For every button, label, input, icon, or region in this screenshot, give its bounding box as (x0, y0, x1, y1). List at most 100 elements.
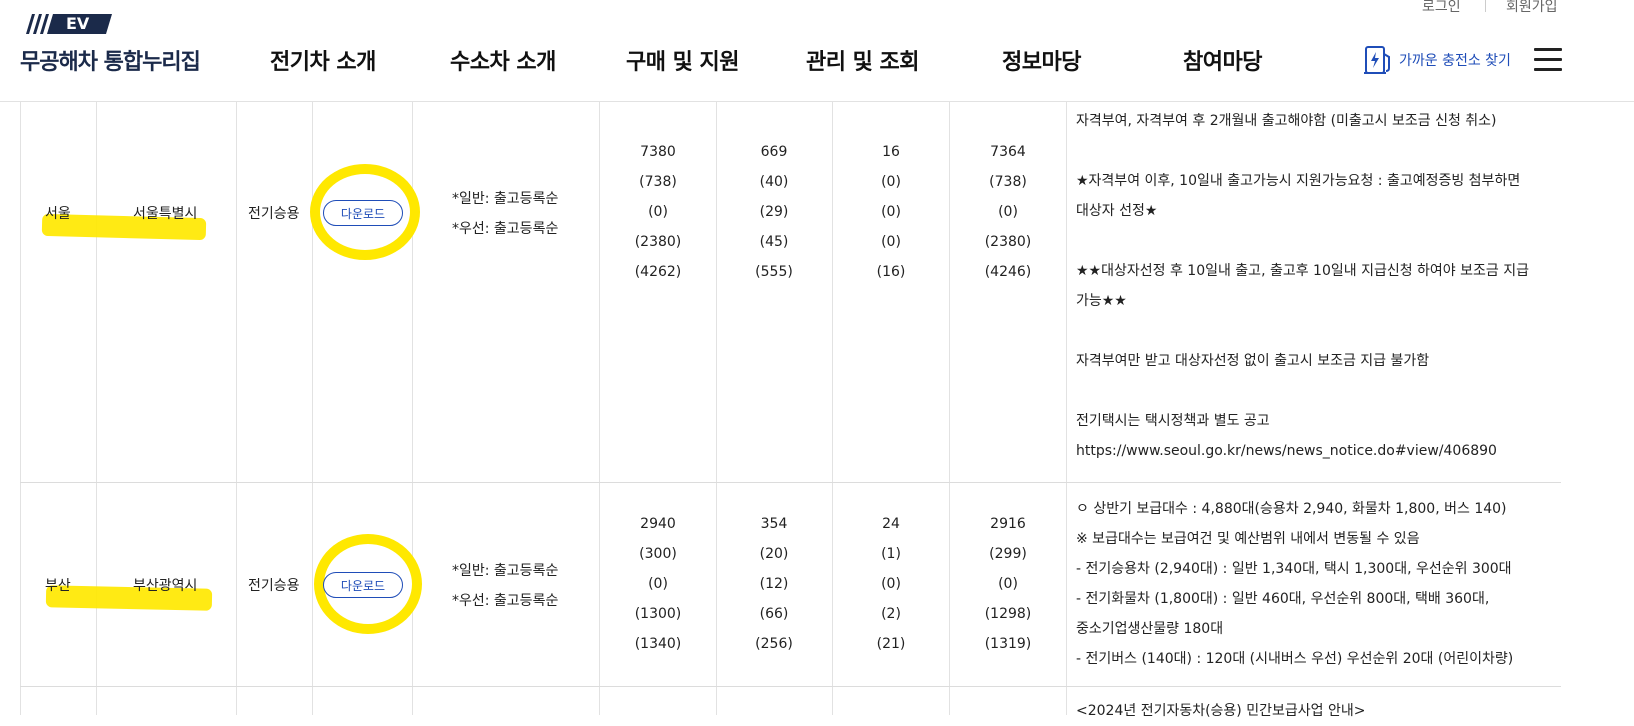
count-value: (0) (998, 204, 1018, 220)
count-value: (0) (881, 204, 901, 220)
count-value: (2380) (634, 234, 682, 250)
signup-link[interactable]: 회원가입 (1506, 0, 1558, 16)
note-line: 가능★★ (1076, 293, 1127, 309)
menu-hamburger-icon[interactable] (1534, 48, 1562, 71)
nav-participation[interactable]: 참여마당 (1183, 44, 1262, 76)
count-value: (0) (881, 576, 901, 592)
count-value: (1298) (984, 606, 1032, 622)
logo-badge[interactable]: EV (22, 12, 112, 40)
note-line: - 전기승용차 (2,940대) : 일반 1,340대, 택시 1,300대,… (1076, 561, 1512, 577)
col-divider (716, 101, 717, 715)
count-value: (12) (759, 576, 789, 592)
notes-cell: ㅇ 상반기 보급대수 : 4,880대(승용차 2,940, 화물차 1,800… (1076, 494, 1513, 674)
col-divider (312, 101, 313, 715)
count-column-3: 24 (1) (0) (2) (21) (836, 509, 946, 659)
site-title[interactable]: 무공해차 통합누리집 (20, 44, 201, 76)
vehicle-type-cell: 전기승용 (248, 578, 300, 594)
count-value: (555) (755, 264, 793, 280)
count-value: 7380 (640, 144, 676, 160)
note-line (1076, 226, 1529, 256)
util-divider (1485, 0, 1486, 12)
count-value: 24 (882, 516, 900, 532)
count-value: (0) (998, 576, 1018, 592)
note-line: - 전기버스 (140대) : 120대 (시내버스 우선) 우선순위 20대 … (1076, 651, 1514, 667)
note-line: 전기택시는 택시정책과 별도 공고 (1076, 413, 1270, 429)
note-line: ★자격부여 이후, 10일내 출고가능시 지원가능요청 : 출고예정증빙 첨부하… (1076, 173, 1521, 189)
count-value: (1300) (634, 606, 682, 622)
count-value: (1) (881, 546, 901, 562)
count-column-4: 7364 (738) (0) (2380) (4246) (953, 137, 1063, 287)
count-value: (2380) (984, 234, 1032, 250)
nav-ev-intro[interactable]: 전기차 소개 (270, 44, 376, 76)
col-divider (599, 101, 600, 715)
count-value: 354 (760, 516, 788, 532)
col-divider (832, 101, 833, 715)
count-value: (738) (639, 174, 677, 190)
note-line (1076, 376, 1529, 406)
count-value: (0) (648, 204, 668, 220)
count-value: 16 (882, 144, 900, 160)
col-divider (949, 101, 950, 715)
col-divider (20, 101, 21, 715)
count-value: (300) (639, 546, 677, 562)
count-value: (2) (881, 606, 901, 622)
count-value: (1340) (634, 636, 682, 652)
count-value: 7364 (990, 144, 1026, 160)
count-value: (4246) (984, 264, 1032, 280)
row-divider (20, 686, 1561, 687)
count-column-3: 16 (0) (0) (0) (16) (836, 137, 946, 287)
order-general: *일반: 출고등록순 (452, 191, 559, 207)
count-value: 669 (760, 144, 788, 160)
login-link[interactable]: 로그인 (1422, 0, 1461, 16)
note-line: 대상자 선정★ (1076, 203, 1158, 219)
logo-badge-text: EV (66, 14, 90, 33)
count-value: (299) (989, 546, 1027, 562)
count-value: 2916 (990, 516, 1026, 532)
next-row-note: <2024년 전기자동차(승용) 민간보급사업 안내> (1076, 703, 1366, 719)
nav-manage-lookup[interactable]: 관리 및 조회 (806, 44, 920, 76)
order-priority: *우선: 출고등록순 (452, 593, 559, 609)
site-header: EV 무공해차 통합누리집 로그인 회원가입 전기차 소개 수소차 소개 구매 … (0, 0, 1634, 102)
count-value: (0) (881, 174, 901, 190)
order-general: *일반: 출고등록순 (452, 563, 559, 579)
count-value: (4262) (634, 264, 682, 280)
row-divider (20, 482, 1561, 483)
count-column-1: 2940 (300) (0) (1300) (1340) (603, 509, 713, 659)
count-value: (256) (755, 636, 793, 652)
count-value: (21) (876, 636, 906, 652)
count-value: (66) (759, 606, 789, 622)
nav-hydrogen-intro[interactable]: 수소차 소개 (450, 44, 556, 76)
city-cell: 부산광역시 (133, 578, 198, 594)
count-value: (738) (989, 174, 1027, 190)
region-cell: 서울 (45, 206, 71, 222)
count-column-4: 2916 (299) (0) (1298) (1319) (953, 509, 1063, 659)
note-line: ★★대상자선정 후 10일내 출고, 출고후 10일내 지급신청 하여야 보조금… (1076, 263, 1529, 279)
city-cell: 서울특별시 (133, 206, 198, 222)
nav-info[interactable]: 정보마당 (1002, 44, 1081, 76)
count-value: (0) (648, 576, 668, 592)
note-line (1076, 316, 1529, 346)
charger-station-icon (1364, 46, 1390, 74)
download-button[interactable]: 다운로드 (323, 572, 403, 598)
find-charger-link[interactable]: 가까운 충전소 찾기 (1363, 44, 1511, 76)
count-value: (45) (759, 234, 789, 250)
notes-cell: 자격부여, 자격부여 후 2개월내 출고해야함 (미출고시 보조금 신청 취소)… (1076, 106, 1529, 466)
note-line: 중소기업생산물량 180대 (1076, 621, 1224, 637)
note-line: ㅇ 상반기 보급대수 : 4,880대(승용차 2,940, 화물차 1,800… (1076, 501, 1507, 517)
nav-purchase-support[interactable]: 구매 및 지원 (626, 44, 740, 76)
count-value: (40) (759, 174, 789, 190)
col-divider (96, 101, 97, 715)
order-priority: *우선: 출고등록순 (452, 221, 559, 237)
col-divider (1066, 101, 1067, 715)
count-column-1: 7380 (738) (0) (2380) (4262) (603, 137, 713, 287)
region-cell: 부산 (45, 578, 71, 594)
count-value: (0) (881, 234, 901, 250)
count-column-2: 669 (40) (29) (45) (555) (719, 137, 829, 287)
seoul-notice-link[interactable]: https://www.seoul.go.kr/news/news_notice… (1076, 436, 1529, 466)
download-button[interactable]: 다운로드 (323, 200, 403, 226)
col-divider (236, 101, 237, 715)
count-value: (16) (876, 264, 906, 280)
note-line: 자격부여만 받고 대상자선정 없이 출고시 보조금 지급 불가함 (1076, 353, 1430, 369)
find-charger-label: 가까운 충전소 찾기 (1399, 53, 1511, 69)
note-line: 자격부여, 자격부여 후 2개월내 출고해야함 (미출고시 보조금 신청 취소) (1076, 113, 1497, 129)
